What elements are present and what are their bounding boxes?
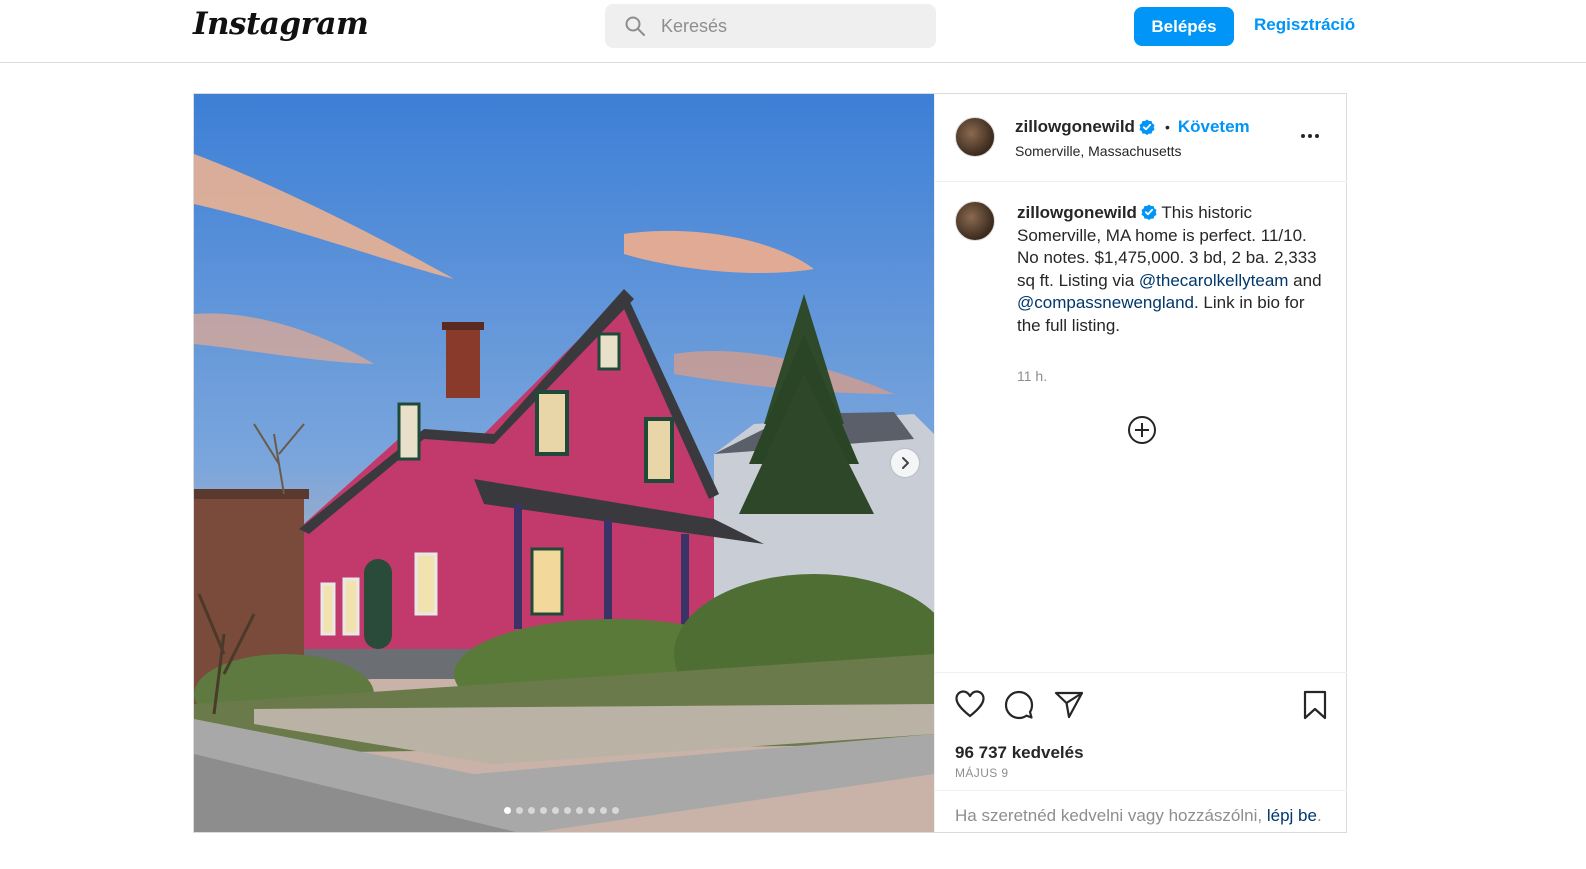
comment-icon[interactable] xyxy=(1004,690,1034,720)
post-caption: zillowgonewild This historic Somerville,… xyxy=(1017,202,1327,337)
instagram-logo[interactable]: Instagram xyxy=(193,6,369,42)
carousel-dot xyxy=(576,807,583,814)
login-prompt: Ha szeretnéd kedvelni vagy hozzászólni, … xyxy=(935,790,1347,834)
carousel-dot xyxy=(516,807,523,814)
house-photo xyxy=(194,94,934,832)
follow-button[interactable]: Követem xyxy=(1178,117,1250,137)
verified-badge-icon xyxy=(1141,204,1157,220)
caption-avatar[interactable] xyxy=(955,201,995,241)
carousel-dot xyxy=(504,807,511,814)
post-date[interactable]: MÁJUS 9 xyxy=(955,766,1008,780)
paper-plane-icon[interactable] xyxy=(1054,690,1084,720)
carousel-dot xyxy=(600,807,607,814)
signup-link[interactable]: Regisztráció xyxy=(1254,15,1355,35)
post-location[interactable]: Somerville, Massachusetts xyxy=(1015,143,1182,159)
login-prompt-end: . xyxy=(1316,806,1322,825)
login-prompt-link[interactable]: lépj be xyxy=(1267,806,1317,825)
post-photo[interactable] xyxy=(194,94,934,832)
caption-text: and xyxy=(1288,270,1322,290)
carousel-dot xyxy=(540,807,547,814)
mention-link[interactable]: @thecarolkellyteam xyxy=(1139,271,1289,290)
login-prompt-text: Ha szeretnéd kedvelni vagy hozzászólni, xyxy=(955,806,1267,825)
carousel-dot xyxy=(528,807,535,814)
post-card: zillowgonewild • Követem Somerville, Mas… xyxy=(193,93,1347,833)
mention-link[interactable]: @compassnewengland xyxy=(1017,293,1194,312)
heart-icon[interactable] xyxy=(955,690,985,718)
login-button[interactable]: Belépés xyxy=(1134,7,1234,46)
post-username[interactable]: zillowgonewild xyxy=(1015,117,1135,137)
search-input[interactable] xyxy=(659,14,913,38)
search-box[interactable] xyxy=(605,4,936,48)
carousel-dot xyxy=(588,807,595,814)
chevron-right-icon xyxy=(902,457,909,469)
carousel-dot xyxy=(564,807,571,814)
caption-username[interactable]: zillowgonewild xyxy=(1017,203,1137,222)
search-icon xyxy=(625,16,645,36)
top-navbar: Instagram Belépés Regisztráció xyxy=(0,0,1586,63)
verified-badge-icon xyxy=(1139,119,1155,135)
caption-timestamp[interactable]: 11 h. xyxy=(1017,368,1047,384)
post-actions: 96 737 kedvelés MÁJUS 9 Ha szeretnéd ked… xyxy=(935,672,1347,833)
more-options-icon[interactable] xyxy=(1301,134,1319,138)
bookmark-icon[interactable] xyxy=(1302,690,1328,720)
carousel-next-button[interactable] xyxy=(891,449,919,477)
post-sidebar: zillowgonewild • Követem Somerville, Mas… xyxy=(934,94,1347,832)
likes-count[interactable]: 96 737 kedvelés xyxy=(955,743,1084,763)
carousel-dot xyxy=(612,807,619,814)
avatar[interactable] xyxy=(955,117,995,157)
carousel-indicator xyxy=(504,807,619,814)
post-header: zillowgonewild • Követem Somerville, Mas… xyxy=(935,94,1347,182)
plus-circle-icon[interactable] xyxy=(1127,415,1157,445)
separator-dot: • xyxy=(1164,119,1170,135)
carousel-dot xyxy=(552,807,559,814)
